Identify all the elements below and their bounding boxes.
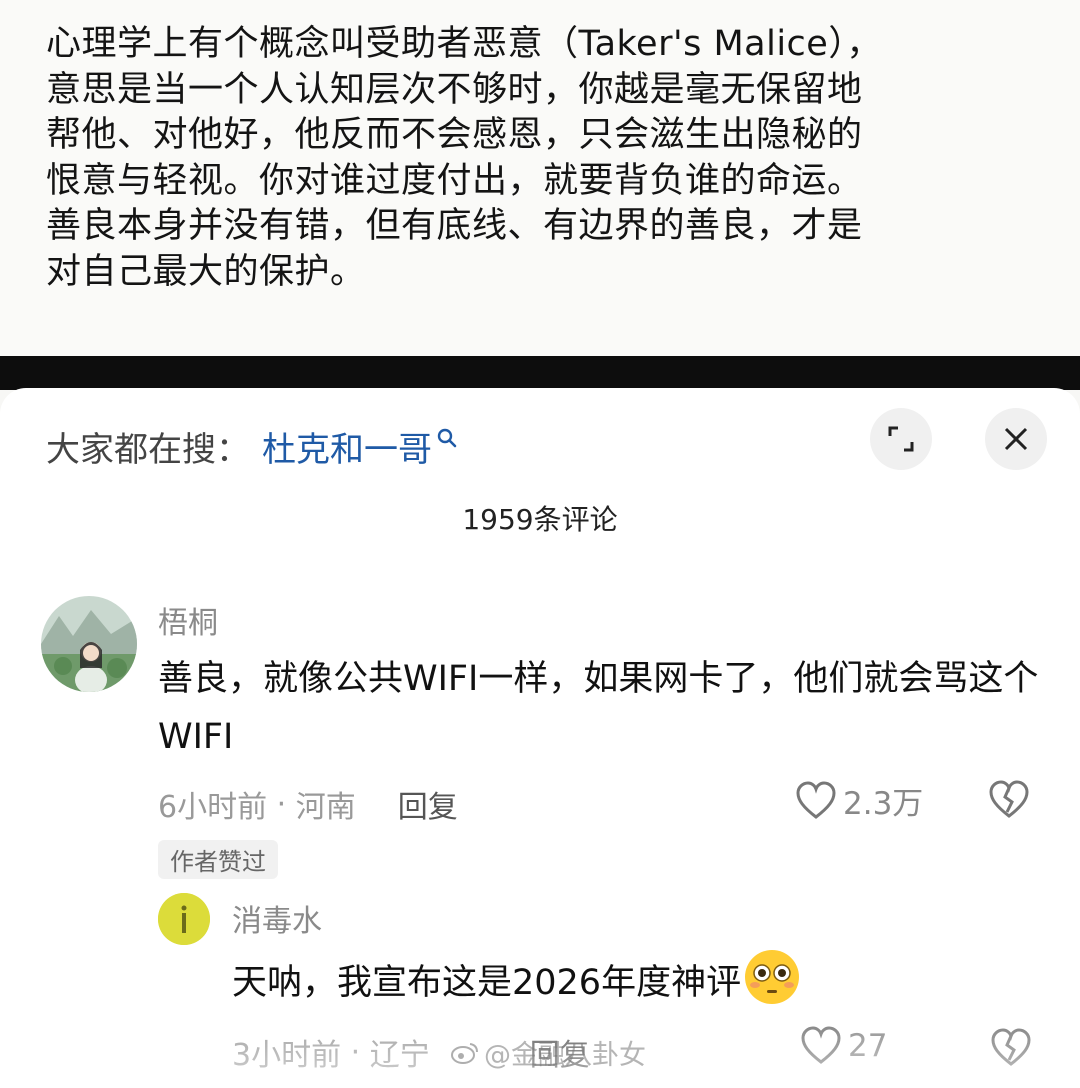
search-icon <box>437 428 457 448</box>
trending-search-term[interactable]: 杜克和一哥 <box>262 422 432 471</box>
comment-time: 3小时前 <box>232 1038 342 1073</box>
trending-search-prefix: 大家都在搜： <box>46 429 250 470</box>
watermark: @金融八卦女 <box>450 1033 646 1072</box>
comments-sheet: 大家都在搜： 杜克和一哥 1959条评论 梧桐 善良，就像公共WIFI一样，如果… <box>0 388 1080 1088</box>
author-liked-badge: 作者赞过 <box>158 840 278 879</box>
reply-button[interactable]: 回复 <box>398 782 458 826</box>
weibo-icon <box>451 1042 478 1064</box>
comment-text: 天呐，我宣布这是2026年度神评 <box>232 948 1052 1012</box>
divider-band <box>0 356 1080 390</box>
like-count: 27 <box>848 1028 888 1064</box>
broken-heart-icon <box>991 1028 1031 1066</box>
comment-location: 辽宁 <box>369 1038 430 1073</box>
comment-count: 1959条评论 <box>462 503 618 536</box>
comment-username[interactable]: 梧桐 <box>158 598 218 642</box>
flushed-face-emoji <box>745 950 800 1004</box>
post-text: 心理学上有个概念叫受助者恶意（Taker's Malice），意思是当一个人认知… <box>46 24 882 292</box>
comment-text-content: 天呐，我宣布这是2026年度神评 <box>232 963 742 1003</box>
comment-time: 6小时前 <box>158 790 268 825</box>
comment-location: 河南 <box>295 790 356 825</box>
like-count: 2.3万 <box>843 786 924 822</box>
expand-button[interactable] <box>870 408 932 470</box>
trending-search[interactable]: 大家都在搜： 杜克和一哥 <box>46 418 458 474</box>
comment-username[interactable]: 消毒水 <box>232 896 322 940</box>
meta-separator: · <box>341 1034 370 1070</box>
like-button[interactable]: 27 <box>800 1026 887 1066</box>
heart-icon <box>801 1026 841 1064</box>
expand-icon <box>888 426 914 452</box>
watermark-text: @金融八卦女 <box>484 1040 646 1071</box>
dislike-button[interactable] <box>988 780 1030 824</box>
close-button[interactable] <box>985 408 1047 470</box>
avatar[interactable] <box>41 596 137 692</box>
dislike-button[interactable] <box>990 1028 1032 1072</box>
meta-separator: · <box>267 786 296 822</box>
like-button[interactable]: 2.3万 <box>795 778 923 823</box>
post-section: 心理学上有个概念叫受助者恶意（Taker's Malice），意思是当一个人认知… <box>0 0 1080 356</box>
close-icon <box>1004 427 1028 451</box>
comment-meta: 6小时前 · 河南 回复 <box>158 782 458 826</box>
avatar[interactable] <box>158 893 210 945</box>
broken-heart-icon <box>989 780 1029 818</box>
comment-text: 善良，就像公共WIFI一样，如果网卡了，他们就会骂这个WIFI <box>158 659 1039 757</box>
heart-icon <box>796 780 836 819</box>
